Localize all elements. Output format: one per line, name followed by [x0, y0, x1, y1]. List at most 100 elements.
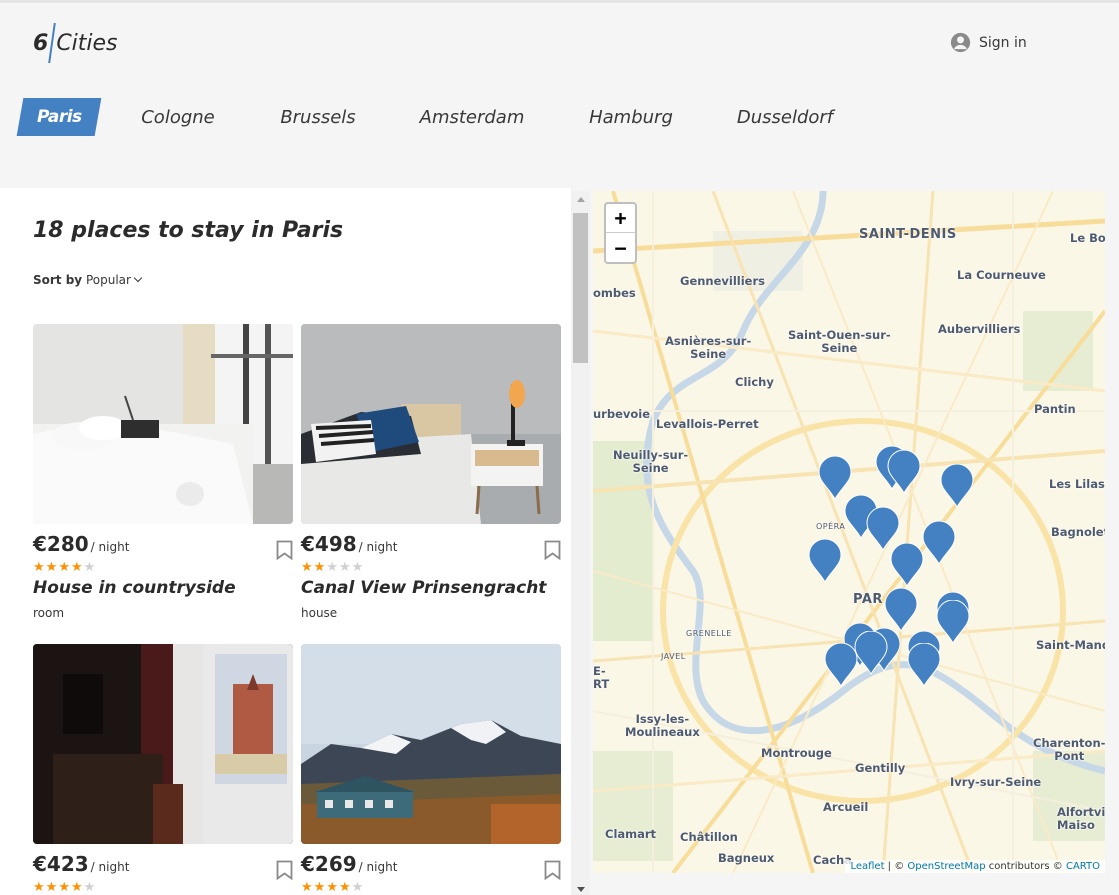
- scroll-up-button[interactable]: [571, 191, 590, 208]
- star-icon: ★: [70, 880, 83, 895]
- place-card-image[interactable]: [33, 324, 293, 524]
- tab-hamburg[interactable]: Hamburg: [578, 98, 684, 136]
- map-label: Bagnolet: [1051, 525, 1105, 539]
- map-label: ombes: [593, 286, 636, 300]
- map-label: Gennevilliers: [680, 274, 765, 288]
- star-icon: ★: [326, 880, 338, 895]
- map-pin-icon[interactable]: [936, 600, 970, 644]
- star-icon: ★: [45, 560, 58, 575]
- sort-dropdown[interactable]: Popular: [85, 273, 143, 287]
- place-card[interactable]: €423 / night ★ ★ ★ ★ ★: [33, 644, 293, 894]
- tab-label: Cologne: [141, 106, 215, 128]
- map[interactable]: SAINT-DENIS Le Bo Gennevilliers La Courn…: [593, 191, 1105, 873]
- scroll-down-button[interactable]: [571, 881, 590, 895]
- place-card[interactable]: €280 / night ★ ★ ★ ★ ★ House in countryside …: [33, 324, 293, 620]
- scroll-thumb[interactable]: [573, 213, 588, 363]
- header: 6 Cities Sign in: [0, 3, 1119, 83]
- attribution-text: contributors ©: [985, 861, 1066, 872]
- tab-cologne[interactable]: Cologne: [128, 98, 228, 136]
- tab-label: Hamburg: [589, 106, 673, 128]
- bookmark-icon[interactable]: [544, 540, 561, 560]
- map-pin-icon[interactable]: [808, 539, 842, 583]
- rating-stars: ★ ★ ★ ★ ★: [33, 881, 95, 894]
- place-card[interactable]: €269 / night ★ ★ ★ ★ ★: [301, 644, 561, 894]
- arrow-down-icon: [576, 887, 585, 892]
- map-label: OPÉRA: [816, 522, 846, 531]
- place-type: room: [33, 606, 65, 620]
- bookmark-icon[interactable]: [544, 860, 561, 880]
- tab-label: Amsterdam: [419, 106, 525, 128]
- price: €423 / night: [33, 852, 129, 876]
- zoom-out-button[interactable]: −: [606, 233, 635, 262]
- tab-label: Brussels: [280, 106, 356, 128]
- logo-word: Cities: [56, 30, 118, 56]
- zoom-in-button[interactable]: +: [606, 204, 635, 233]
- place-name-link[interactable]: Canal View Prinsengracht: [301, 578, 546, 598]
- star-icon: ★: [313, 560, 326, 575]
- star-icon: ★: [45, 880, 58, 895]
- osm-link[interactable]: OpenStreetMap: [907, 861, 985, 872]
- map-label: Saint-Mand: [1036, 638, 1105, 652]
- map-pin-icon[interactable]: [824, 643, 858, 687]
- map-label: Pantin: [1034, 402, 1076, 416]
- star-icon: ★: [351, 560, 364, 575]
- map-label: Clichy: [735, 375, 774, 389]
- map-label: Gentilly: [855, 761, 906, 775]
- map-label: Châtillon: [680, 830, 738, 844]
- page: 6 Cities Sign in Paris Cologne Brussels …: [0, 0, 1119, 895]
- tab-dusseldorf[interactable]: Dusseldorf: [726, 98, 844, 136]
- list-scrollbar[interactable]: [571, 191, 590, 895]
- chevron-down-icon: [133, 273, 143, 283]
- place-card-image[interactable]: [301, 324, 561, 524]
- tab-amsterdam[interactable]: Amsterdam: [412, 98, 532, 136]
- tab-paris[interactable]: Paris: [16, 98, 102, 136]
- star-icon: ★: [338, 880, 351, 895]
- bookmark-icon[interactable]: [276, 860, 293, 880]
- map-label: urbevoie: [593, 407, 651, 421]
- price-value: €498: [301, 532, 357, 556]
- place-card-image[interactable]: [301, 644, 561, 844]
- signin-link[interactable]: Sign in: [950, 32, 1027, 53]
- star-icon: ★: [33, 880, 45, 895]
- map-pin-icon[interactable]: [940, 464, 974, 508]
- zoom-control: + −: [604, 202, 637, 264]
- price-value: €280: [33, 532, 89, 556]
- map-pin-icon[interactable]: [854, 631, 888, 675]
- place-card[interactable]: €498 / night ★ ★ ★ ★ ★ Canal View Prinsengra…: [301, 324, 561, 620]
- signin-label: Sign in: [979, 34, 1027, 51]
- user-avatar-icon: [950, 32, 971, 53]
- carto-link[interactable]: CARTO: [1066, 861, 1100, 872]
- price-value: €423: [33, 852, 89, 876]
- rating-stars: ★ ★ ★ ★ ★: [301, 881, 363, 894]
- map-label: JAVEL: [661, 652, 686, 661]
- price: €498 / night: [301, 532, 397, 556]
- map-label: Aubervilliers: [938, 322, 1021, 336]
- place-card-image[interactable]: [33, 644, 293, 844]
- map-pin-icon[interactable]: [818, 456, 852, 500]
- leaflet-link[interactable]: Leaflet: [850, 861, 884, 872]
- arrow-up-icon: [576, 197, 585, 202]
- map-pin-icon[interactable]: [884, 588, 918, 632]
- price: €269 / night: [301, 852, 397, 876]
- map-pin-icon[interactable]: [887, 450, 921, 494]
- map-label: Saint-Ouen-sur- Seine: [788, 328, 891, 355]
- places-list[interactable]: 18 places to stay in Paris Sort by Popul…: [0, 188, 571, 895]
- star-icon: ★: [33, 560, 45, 575]
- places-count-title: 18 places to stay in Paris: [33, 218, 344, 243]
- map-label: Le Bo: [1070, 231, 1105, 245]
- star-icon: ★: [326, 560, 338, 575]
- city-tabs: Paris Cologne Brussels Amsterdam Hamburg…: [0, 98, 1119, 138]
- logo-link[interactable]: 6 Cities: [33, 21, 118, 65]
- sort-label: Sort by: [33, 273, 83, 287]
- bookmark-icon[interactable]: [276, 540, 293, 560]
- star-icon: ★: [351, 880, 364, 895]
- price-value: €269: [301, 852, 357, 876]
- price-unit: / night: [90, 540, 130, 554]
- map-pin-icon[interactable]: [907, 643, 941, 687]
- place-name-link[interactable]: House in countryside: [33, 578, 236, 598]
- sort-value: Popular: [85, 273, 131, 287]
- rating-stars: ★ ★ ★ ★ ★: [301, 561, 363, 574]
- map-pin-icon[interactable]: [922, 521, 956, 565]
- tab-brussels[interactable]: Brussels: [268, 98, 368, 136]
- map-pin-icon[interactable]: [890, 543, 924, 587]
